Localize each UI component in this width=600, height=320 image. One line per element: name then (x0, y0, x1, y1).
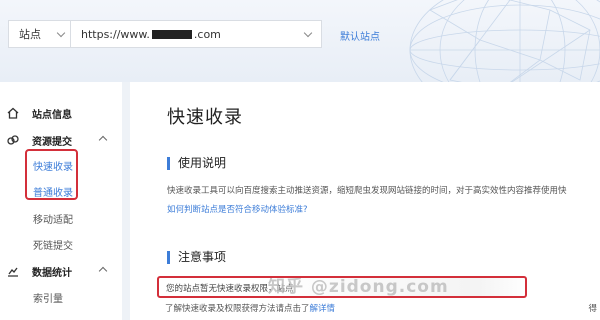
site-url-suffix: .com (193, 27, 221, 41)
sidebar-group-label: 资源提交 (32, 136, 72, 148)
site-url-prefix: https://www. (81, 27, 150, 41)
usage-description: 快速收录工具可以向百度搜索主动推送资源，缩短爬虫发现网站链接的时间，对于高实效性… (167, 186, 567, 196)
section-heading-usage: 使用说明 (167, 157, 226, 170)
truncated-text: 得 (588, 304, 597, 314)
learn-more-prefix: 了解快速收录及权限获得方法请点击了 (165, 304, 310, 314)
chevron-down-icon (56, 28, 66, 38)
stats-chart-icon (6, 264, 20, 278)
site-type-select[interactable]: 站点 (8, 20, 70, 48)
home-icon (6, 106, 20, 120)
resource-submit-icon (6, 133, 20, 147)
site-url-select[interactable]: https://www. .com (70, 20, 322, 48)
sidebar-group-stats[interactable]: 数据统计 (6, 262, 118, 280)
chevron-up-icon (98, 135, 108, 145)
sidebar-group-label: 站点信息 (32, 109, 72, 121)
sidebar-group-label: 数据统计 (32, 267, 72, 279)
highlight-box-sidebar (25, 149, 78, 200)
section-heading-notes: 注意事项 (167, 251, 226, 264)
chevron-down-icon (303, 28, 313, 38)
mobile-standard-link[interactable]: 如何判断站点是否符合移动体验标准? (167, 203, 308, 215)
globe-mesh-decoration (409, 0, 600, 82)
page-title: 快速收录 (167, 107, 243, 128)
sidebar-item-mobile-adapt[interactable]: 移动适配 (33, 211, 73, 226)
site-type-label: 站点 (19, 28, 41, 41)
highlight-box-notice (157, 276, 527, 298)
sidebar-item-dead-link[interactable]: 死链提交 (33, 237, 73, 252)
sidebar-item-index-volume[interactable]: 索引量 (33, 290, 63, 305)
details-link[interactable]: 解详情 (310, 304, 336, 314)
learn-more-line: 了解快速收录及权限获得方法请点击了解详情 (165, 302, 335, 314)
chevron-up-icon (98, 266, 108, 276)
redacted-domain (151, 29, 192, 39)
sidebar-group-resource-submit[interactable]: 资源提交 (6, 131, 118, 149)
top-banner: 站点 https://www. .com 默认站点 (0, 0, 600, 82)
sidebar-group-site-info[interactable]: 站点信息 (6, 104, 118, 122)
default-site-link[interactable]: 默认站点 (340, 28, 380, 43)
